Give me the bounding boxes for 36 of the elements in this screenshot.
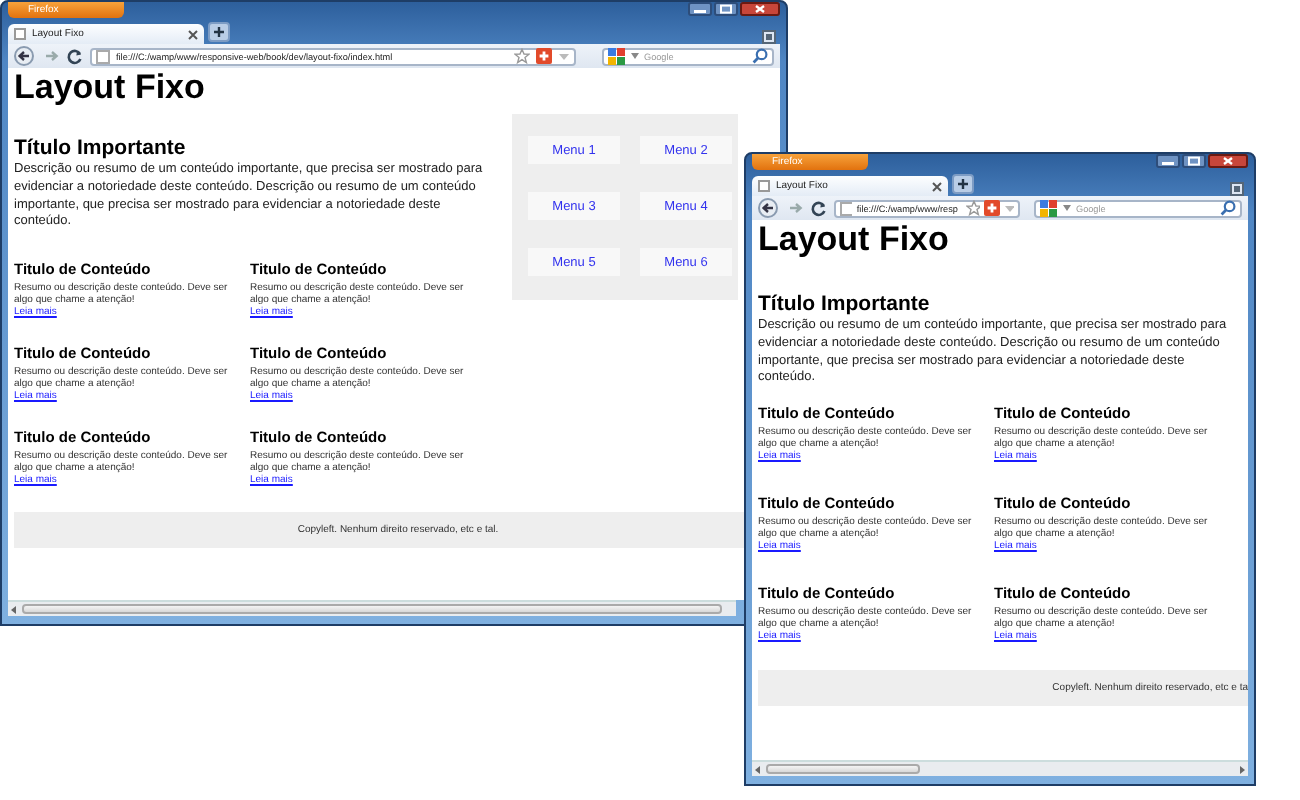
back-icon[interactable] [758,198,782,218]
addon-plus-icon[interactable] [536,48,552,64]
search-engine-icon [1040,199,1058,217]
back-icon[interactable] [14,46,38,66]
section-heading: Título Importante [14,136,188,160]
section-heading: Título Importante [758,292,932,316]
close-tab-icon[interactable] [188,29,198,39]
close-icon[interactable] [740,2,780,16]
page-icon [758,180,770,192]
horizontal-scrollbar[interactable] [752,760,1248,776]
star-icon[interactable] [514,48,530,64]
maximize-icon[interactable] [1182,154,1206,168]
addon-plus-icon[interactable] [984,200,1000,216]
page-title: Layout Fixo [758,220,951,260]
close-icon[interactable] [1208,154,1248,168]
horizontal-scrollbar[interactable] [8,600,736,616]
dropdown-caret-icon[interactable] [630,52,640,60]
page-icon [96,49,110,63]
dropdown-caret-icon[interactable] [1062,204,1072,212]
new-tab-icon[interactable] [952,174,974,194]
reload-icon[interactable] [66,47,84,65]
reload-icon[interactable] [810,199,828,217]
search-engine-icon [608,47,626,65]
new-tab-icon[interactable] [208,22,230,42]
maximize-icon[interactable] [714,2,738,16]
search-icon[interactable] [752,48,768,64]
page-icon [14,28,26,40]
star-icon[interactable] [965,200,981,216]
tab-list-icon[interactable] [762,30,776,44]
page-title: Layout Fixo [14,68,207,108]
tab-list-icon[interactable] [1230,182,1244,196]
minimize-icon[interactable] [688,2,712,16]
minimize-icon[interactable] [1156,154,1180,168]
page-icon [840,201,853,215]
close-tab-icon[interactable] [932,181,942,191]
search-icon[interactable] [1220,200,1236,216]
